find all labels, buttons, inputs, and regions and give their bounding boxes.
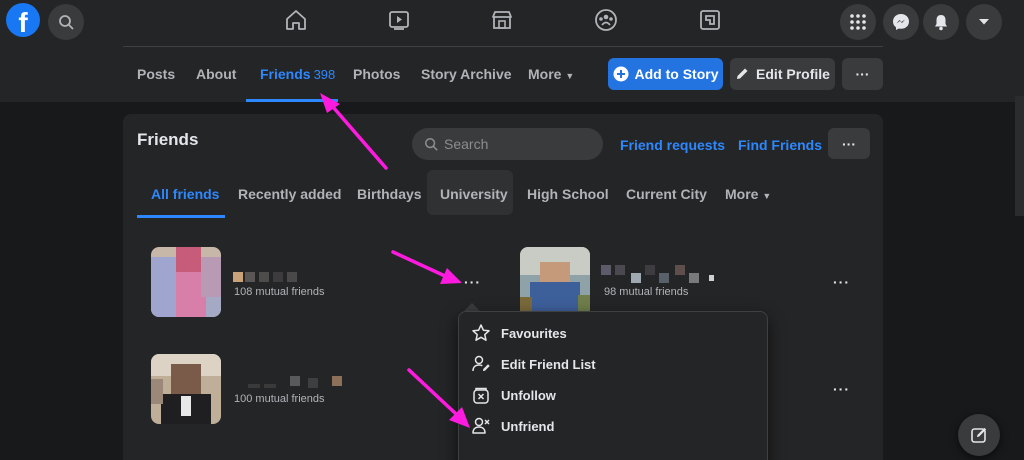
tab-more-filters[interactable]: More ▼: [725, 186, 771, 202]
watch-icon: [389, 11, 409, 30]
gaming-nav[interactable]: [696, 6, 724, 34]
messenger-icon: [893, 14, 909, 30]
friend-name-obscured: [601, 265, 721, 285]
tab-current-city[interactable]: Current City: [626, 186, 707, 202]
mutual-friends-count: 100 mutual friends: [234, 393, 325, 405]
friend-avatar[interactable]: [520, 247, 590, 317]
tab-birthdays[interactable]: Birthdays: [357, 186, 422, 202]
search-button[interactable]: [48, 4, 84, 40]
search-icon: [59, 15, 74, 30]
friend-options-menu: Favourites Edit Friend List Unfollow Unf…: [458, 311, 768, 460]
menu-item-edit-friend-list[interactable]: Edit Friend List: [459, 349, 767, 379]
home-nav[interactable]: [282, 6, 310, 34]
find-friends-link[interactable]: Find Friends: [738, 137, 822, 153]
home-icon: [286, 10, 306, 30]
friends-count: 398: [313, 67, 336, 82]
account-caret-icon: [979, 19, 989, 25]
friend-avatar[interactable]: [151, 247, 221, 317]
tab-university[interactable]: University: [440, 186, 508, 202]
edit-profile-label: Edit Profile: [756, 66, 830, 82]
more-dots-icon: ···: [842, 135, 856, 152]
new-message-button[interactable]: [958, 414, 1000, 456]
marketplace-icon: [492, 11, 512, 29]
mutual-friends-count: 108 mutual friends: [234, 286, 325, 298]
groups-icon: [595, 9, 617, 31]
tab-more[interactable]: More ▼: [528, 66, 574, 82]
star-icon: [472, 324, 490, 341]
tab-all-friends[interactable]: All friends: [151, 186, 219, 202]
add-to-story-label: Add to Story: [634, 66, 719, 82]
friends-title: Friends: [137, 130, 199, 149]
active-tab-indicator: [246, 99, 338, 102]
unfriend-icon: [472, 417, 490, 434]
tab-about[interactable]: About: [196, 66, 236, 82]
notifications-icon: [935, 15, 947, 31]
tab-high-school[interactable]: High School: [527, 186, 609, 202]
pencil-icon: [737, 68, 748, 79]
friends-options-button[interactable]: ···: [828, 128, 870, 159]
edit-profile-button[interactable]: Edit Profile: [730, 58, 835, 90]
gaming-icon: [700, 10, 720, 30]
search-input[interactable]: [444, 136, 584, 152]
menu-item-favourites[interactable]: Favourites: [459, 318, 767, 348]
tab-friends[interactable]: Friends 398: [260, 66, 335, 82]
facebook-logo[interactable]: f: [6, 3, 40, 37]
logo-letter: f: [18, 7, 28, 37]
groups-nav[interactable]: [592, 6, 620, 34]
tab-story-archive[interactable]: Story Archive: [421, 66, 512, 82]
account-button[interactable]: [966, 4, 1002, 40]
tab-posts[interactable]: Posts: [137, 66, 175, 82]
menu-caret: [464, 303, 480, 311]
more-filters-label: More: [725, 186, 759, 202]
active-filter-indicator: [137, 215, 225, 218]
unfriend-label: Unfriend: [501, 418, 555, 434]
add-to-story-button[interactable]: Add to Story: [608, 58, 723, 90]
scrollbar[interactable]: [1015, 96, 1024, 216]
friends-search[interactable]: [412, 128, 603, 160]
compose-icon: [971, 427, 987, 443]
friend-name-obscured: [248, 376, 358, 390]
friend-options-button[interactable]: ···: [833, 274, 850, 290]
edit-friend-list-label: Edit Friend List: [501, 356, 596, 372]
profile-more-options-button[interactable]: ···: [842, 58, 883, 90]
friend-options-button[interactable]: ···: [833, 381, 850, 397]
menu-item-unfriend[interactable]: Unfriend: [459, 411, 767, 441]
top-navbar: f: [0, 0, 1024, 46]
tab-recently-added[interactable]: Recently added: [238, 186, 341, 202]
chevron-down-icon: ▼: [565, 71, 575, 81]
marketplace-nav[interactable]: [488, 6, 516, 34]
tab-bar-divider: [123, 46, 883, 47]
friend-avatar[interactable]: [151, 354, 221, 424]
menu-button[interactable]: [840, 4, 876, 40]
watch-nav[interactable]: [385, 6, 413, 34]
tab-more-label: More: [528, 66, 562, 82]
friend-name-obscured: [233, 272, 303, 284]
friend-requests-link[interactable]: Friend requests: [620, 137, 725, 153]
mutual-friends-count: 98 mutual friends: [604, 286, 689, 298]
chevron-down-icon: ▼: [762, 191, 772, 201]
friend-options-button-active[interactable]: ···: [464, 274, 481, 290]
messenger-button[interactable]: [883, 4, 919, 40]
notifications-button[interactable]: [923, 4, 959, 40]
tab-friends-label: Friends: [260, 66, 311, 82]
plus-circle-icon: [613, 66, 628, 82]
edit-friend-list-icon: [472, 355, 490, 372]
unfollow-label: Unfollow: [501, 387, 556, 403]
menu-item-unfollow[interactable]: Unfollow: [459, 380, 767, 410]
menu-grid-icon: [850, 14, 866, 30]
unfollow-icon: [473, 387, 489, 404]
more-dots-icon: ···: [855, 66, 870, 82]
search-icon: [424, 137, 438, 151]
tab-photos[interactable]: Photos: [353, 66, 400, 82]
profile-tab-bar: Posts About Friends 398 Photos Story Arch…: [0, 46, 1024, 102]
favourites-label: Favourites: [501, 325, 567, 341]
